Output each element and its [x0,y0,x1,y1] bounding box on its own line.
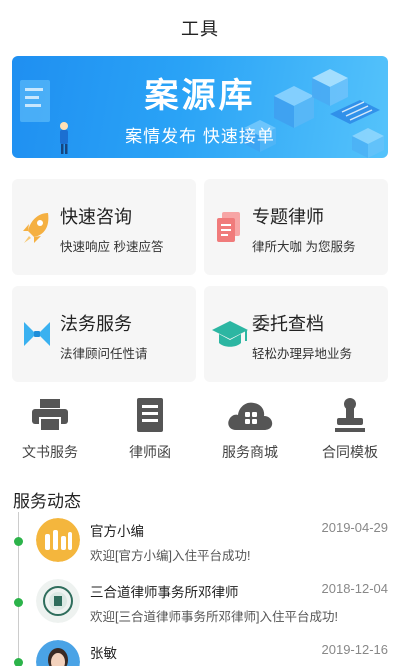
card-title: 委托查档 [252,314,324,334]
timeline-line [18,512,19,666]
card-title: 快速咨询 [60,207,132,227]
tool-label: 服务商城 [222,444,278,460]
feed-item[interactable]: 官方小编 2019-04-29 欢迎[官方小编]入住平台成功! [36,518,392,568]
tool-document-service[interactable]: 文书服务 [0,396,100,466]
feed-item-date: 2019-04-29 [321,520,389,535]
card-description: 法律顾问任性请 [60,347,148,361]
card-description: 快速响应 秒速应答 [60,240,164,254]
bowtie-icon [24,322,50,346]
avatar [36,640,80,666]
top-bar: 工具 [0,0,400,56]
stamp-icon [335,398,365,432]
feed-item-date: 2019-12-16 [321,642,389,657]
feed-item[interactable]: 张敏 2019-12-16 [36,640,392,666]
banner-title: 案源库 [144,77,256,115]
card-title: 法务服务 [60,314,132,334]
avatar [36,579,80,623]
rocket-icon [23,213,49,243]
feed-item-name: 三合道律师事务所邓律师 [90,585,239,600]
graduation-cap-icon [212,321,248,347]
feed-item[interactable]: 三合道律师事务所邓律师 2018-12-04 欢迎[三合道律师事务所邓律师]入住… [36,579,392,629]
feed-item-date: 2018-12-04 [321,581,389,596]
feed-item-message: 欢迎[官方小编]入住平台成功! [90,549,251,563]
case-source-banner[interactable]: 案源库 案情发布 快速接单 [12,56,388,158]
tool-contract-template[interactable]: 合同模板 [300,396,400,466]
section-title-service-feed: 服务动态 [13,492,81,511]
card-special-lawyer[interactable]: 专题律师 律所大咖 为您服务 [204,179,388,275]
card-description: 轻松办理异地业务 [252,347,353,361]
banner-subtitle: 案情发布 快速接单 [125,127,275,146]
timeline-dot [14,598,23,607]
card-legal-service[interactable]: 法务服务 法律顾问任性请 [12,286,196,382]
timeline-dot [14,537,23,546]
tool-label: 文书服务 [22,444,78,460]
timeline-dot [14,658,23,666]
document-icon [217,212,240,242]
tool-service-mall[interactable]: 服务商城 [200,396,300,466]
page-title: 工具 [181,19,219,39]
card-quick-consult[interactable]: 快速咨询 快速响应 秒速应答 [12,179,196,275]
tool-label: 合同模板 [322,444,378,460]
card-title: 专题律师 [252,207,324,227]
feed-item-name: 官方小编 [90,524,144,539]
card-entrusted-archive[interactable]: 委托查档 轻松办理异地业务 [204,286,388,382]
feed-item-message: 欢迎[三合道律师事务所邓律师]入住平台成功! [90,610,338,624]
printer-icon [32,399,68,432]
tool-label: 律师函 [129,444,171,460]
feed-item-name: 张敏 [90,646,117,661]
card-description: 律所大咖 为您服务 [252,240,356,254]
tool-lawyer-letter[interactable]: 律师函 [100,396,200,466]
letter-document-icon [137,398,163,432]
avatar [36,518,80,562]
cloud-store-icon [228,402,273,430]
